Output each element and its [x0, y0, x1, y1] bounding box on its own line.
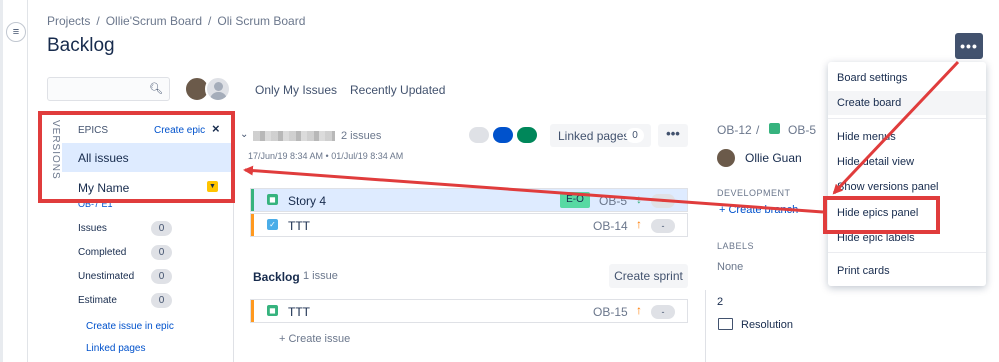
status-done-badge — [517, 127, 537, 143]
stat-unestimated-label: Unestimated — [78, 271, 135, 282]
labels-value[interactable]: None — [717, 261, 743, 273]
stat-completed-label: Completed — [78, 247, 127, 258]
detail-separator: / — [756, 123, 760, 137]
breadcrumb-projects[interactable]: Projects — [47, 14, 90, 28]
breadcrumb-board[interactable]: Oli Scrum Board — [217, 14, 305, 28]
story-icon: ◼ — [267, 305, 278, 316]
create-sprint-button[interactable]: Create sprint — [609, 264, 688, 288]
board-more-button[interactable]: ••• — [955, 33, 983, 59]
sprint-dates: 17/Jun/19 8:34 AM • 01/Jul/19 8:34 AM — [248, 151, 404, 161]
linked-pages-label: Linked pages — [558, 129, 630, 143]
annotation-box-epics-panel — [38, 111, 235, 203]
chevron-down-icon[interactable]: ⌄ — [240, 129, 248, 140]
issue-summary: TTT — [288, 219, 310, 233]
annotation-box-hide-epics — [823, 196, 940, 234]
detail-parent-key[interactable]: OB-12 — [717, 123, 752, 137]
sprint-issue-count: 2 issues — [341, 130, 382, 142]
epic-lozenge[interactable]: E-O — [560, 192, 590, 208]
menu-item-hide-menus[interactable]: Hide menus — [828, 125, 986, 149]
story-icon — [769, 123, 780, 134]
avatar-placeholder[interactable] — [205, 76, 231, 102]
issue-summary: Story 4 — [288, 194, 327, 208]
stat-issues-value: 0 — [151, 221, 172, 236]
estimate-badge: - — [651, 305, 675, 319]
status-inprogress-badge — [493, 127, 513, 143]
search-input[interactable]: 🔍︎ — [47, 77, 170, 101]
avatar — [717, 149, 735, 167]
table-row[interactable]: ◼ Story 4 E-O OB-5 ↓ - — [250, 188, 688, 212]
table-row[interactable]: ◼ TTT OB-15 ↑ - — [250, 299, 688, 323]
stat-issues-label: Issues — [78, 223, 107, 234]
sprint-more-button[interactable]: ••• — [658, 124, 688, 147]
detail-story-points[interactable]: 2 — [717, 296, 723, 308]
task-icon: ✓ — [267, 219, 278, 230]
stat-estimate-label: Estimate — [78, 295, 117, 306]
priority-high-icon: ↑ — [636, 217, 642, 231]
linked-pages-button[interactable]: Linked pages 0 — [550, 124, 651, 147]
filter-recently-updated[interactable]: Recently Updated — [350, 83, 445, 97]
backlog-title: Backlog — [253, 270, 300, 284]
search-icon: 🔍︎ — [149, 83, 163, 95]
hamburger-icon[interactable]: ≡ — [6, 22, 26, 42]
linked-pages-link[interactable]: Linked pages — [86, 343, 146, 354]
detail-issue-key[interactable]: OB-5 — [788, 123, 816, 137]
menu-item-create-board[interactable]: Create board — [828, 91, 986, 115]
breadcrumb-project[interactable]: Ollie'Scrum Board — [106, 14, 202, 28]
detail-divider — [705, 290, 706, 362]
backlog-count: 1 issue — [303, 270, 338, 282]
menu-item-print-cards[interactable]: Print cards — [828, 259, 986, 283]
stat-completed-value: 0 — [151, 245, 172, 260]
issue-key[interactable]: OB-14 — [593, 219, 628, 233]
issue-key[interactable]: OB-15 — [593, 305, 628, 319]
table-row[interactable]: ✓ TTT OB-14 ↑ - — [250, 213, 688, 237]
create-issue-button[interactable]: + Create issue — [279, 333, 350, 345]
breadcrumb: Projects / Ollie'Scrum Board / Oli Scrum Boa… — [47, 14, 306, 28]
priority-low-icon: ↓ — [636, 192, 642, 206]
estimate-badge: - — [651, 194, 675, 208]
development-heading: DEVELOPMENT — [717, 188, 791, 198]
issue-summary: TTT — [288, 305, 310, 319]
page-title: Backlog — [47, 35, 115, 56]
filter-only-my-issues[interactable]: Only My Issues — [255, 83, 337, 97]
board-more-menu: Board settings Create board Hide menus H… — [828, 62, 986, 286]
priority-high-icon: ↑ — [636, 303, 642, 317]
assignee-name: Ollie Guan — [745, 151, 802, 165]
menu-item-board-settings[interactable]: Board settings — [828, 66, 986, 90]
create-issue-in-epic-link[interactable]: Create issue in epic — [86, 321, 174, 332]
sprint-name-blurred — [253, 131, 335, 141]
left-sidebar-strip — [0, 0, 3, 362]
linked-pages-count: 0 — [626, 128, 644, 143]
estimate-badge: - — [651, 219, 675, 233]
resolution-field[interactable]: Resolution — [741, 319, 793, 331]
status-todo-badge — [469, 127, 489, 143]
issue-key[interactable]: OB-5 — [599, 194, 627, 208]
labels-heading: LABELS — [717, 241, 755, 251]
story-icon: ◼ — [267, 194, 278, 205]
sidebar-divider — [27, 0, 28, 362]
menu-item-hide-detail-view[interactable]: Hide detail view — [828, 150, 986, 174]
create-branch-link[interactable]: + Create branch — [719, 204, 798, 216]
folder-icon — [718, 318, 733, 330]
stat-unestimated-value: 0 — [151, 269, 172, 284]
stat-estimate-value: 0 — [151, 293, 172, 308]
